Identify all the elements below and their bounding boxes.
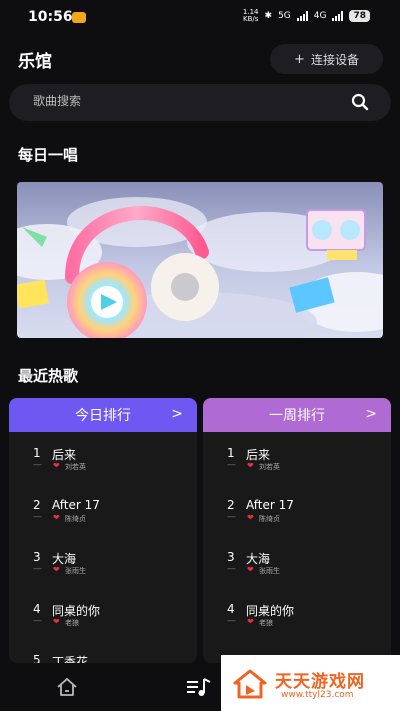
status-indicators: 1.14 KB/s ✱ 5G 4G 78 <box>243 9 370 23</box>
daily-banner-image[interactable] <box>17 182 383 338</box>
week-ranking-title: 一周排行 <box>269 408 325 424</box>
song-list-item[interactable]: 2 After 17 — ❤ 陈绮贞 <box>9 498 197 534</box>
search-bar[interactable] <box>9 84 391 121</box>
heart-icon[interactable]: ❤ <box>247 513 254 522</box>
song-dash: — <box>33 616 42 626</box>
song-title: After 17 <box>52 498 100 512</box>
song-rank: 2 <box>227 498 235 512</box>
song-rank: 3 <box>33 550 41 564</box>
watermark-url: www.ttyl23.com <box>281 690 354 700</box>
song-artist: 张雨生 <box>65 567 86 575</box>
song-artist: 老狼 <box>65 619 79 627</box>
song-dash: — <box>227 512 236 522</box>
heart-icon[interactable]: ❤ <box>247 617 254 626</box>
search-icon[interactable] <box>351 93 369 111</box>
hot-section-title: 最近热歌 <box>18 367 79 385</box>
song-list-item[interactable]: 4 同桌的你 — ❤ 老狼 <box>203 602 391 638</box>
song-list-item[interactable]: 3 大海 — ❤ 张雨生 <box>9 550 197 586</box>
song-title: 丁香花 <box>52 655 89 663</box>
song-rank: 4 <box>33 602 41 616</box>
today-ranking-card: 今日排行 > 1 后来 — ❤ 刘若英 2 After 17 — ❤ 陈绮贞 3… <box>9 398 197 663</box>
song-rank: 5 <box>33 653 41 663</box>
week-ranking-card: 一周排行 > 1 后来 — ❤ 刘若英 2 After 17 — ❤ 陈绮贞 3… <box>203 398 391 663</box>
heart-icon[interactable]: ❤ <box>53 513 60 522</box>
song-artist: 刘若英 <box>65 463 86 471</box>
daily-section-title: 每日一唱 <box>18 146 79 164</box>
home-icon[interactable] <box>56 677 78 697</box>
heart-icon[interactable]: ❤ <box>247 461 254 470</box>
page-title: 乐馆 <box>18 52 52 72</box>
connect-device-button[interactable]: + 连接设备 <box>270 44 383 74</box>
watermark-text: 天天游戏网 <box>275 672 365 692</box>
signal-icon-2 <box>332 11 344 21</box>
today-ranking-title: 今日排行 <box>75 408 131 424</box>
song-artist: 张雨生 <box>259 567 280 575</box>
song-artist: 陈绮贞 <box>65 515 86 523</box>
network-5g: 5G <box>278 11 291 21</box>
heart-icon[interactable]: ❤ <box>53 617 60 626</box>
chevron-right-icon[interactable]: > <box>171 406 183 422</box>
song-rank: 4 <box>227 602 235 616</box>
song-dash: — <box>33 512 42 522</box>
notification-app-icon <box>72 12 86 23</box>
song-dash: — <box>33 564 42 574</box>
song-list-item[interactable]: 1 后来 — ❤ 刘若英 <box>9 446 197 482</box>
heart-icon[interactable]: ❤ <box>53 565 60 574</box>
song-artist: 刘若英 <box>259 463 280 471</box>
song-list-item[interactable]: 4 同桌的你 — ❤ 老狼 <box>9 602 197 638</box>
song-list-item[interactable]: 2 After 17 — ❤ 陈绮贞 <box>203 498 391 534</box>
status-time: 10:56 <box>28 9 73 25</box>
watermark: 天天游戏网 www.ttyl23.com <box>221 655 400 711</box>
song-list-item[interactable]: 3 大海 — ❤ 张雨生 <box>203 550 391 586</box>
network-4g: 4G <box>313 11 327 21</box>
today-ranking-header[interactable]: 今日排行 > <box>9 398 197 432</box>
song-rank: 2 <box>33 498 41 512</box>
song-artist: 陈绮贞 <box>259 515 280 523</box>
connect-device-label: 连接设备 <box>310 52 359 67</box>
song-rank: 3 <box>227 550 235 564</box>
song-rank: 1 <box>227 446 235 460</box>
network-speed-unit: KB/s <box>243 15 259 23</box>
watermark-logo-icon <box>233 669 267 699</box>
song-dash: — <box>33 460 42 470</box>
heart-icon[interactable]: ❤ <box>53 461 60 470</box>
plus-icon: + <box>294 51 305 67</box>
search-input[interactable] <box>33 94 333 108</box>
signal-icon <box>296 11 308 21</box>
song-list-item[interactable]: 5 丁香花 <box>9 653 197 663</box>
status-bar: 10:56 1.14 KB/s ✱ 5G 4G 78 <box>0 0 400 34</box>
song-dash: — <box>227 460 236 470</box>
bluetooth-icon: ✱ <box>264 11 273 21</box>
song-rank: 1 <box>33 446 41 460</box>
song-title: After 17 <box>246 498 294 512</box>
song-list-item[interactable]: 1 后来 — ❤ 刘若英 <box>203 446 391 482</box>
song-artist: 老狼 <box>259 619 273 627</box>
song-dash: — <box>227 564 236 574</box>
battery-indicator: 78 <box>349 10 370 22</box>
heart-icon[interactable]: ❤ <box>247 565 254 574</box>
chevron-right-icon[interactable]: > <box>365 406 377 422</box>
network-speed: 1.14 KB/s <box>243 9 259 23</box>
week-ranking-header[interactable]: 一周排行 > <box>203 398 391 432</box>
music-list-icon[interactable] <box>186 677 212 697</box>
song-dash: — <box>227 616 236 626</box>
